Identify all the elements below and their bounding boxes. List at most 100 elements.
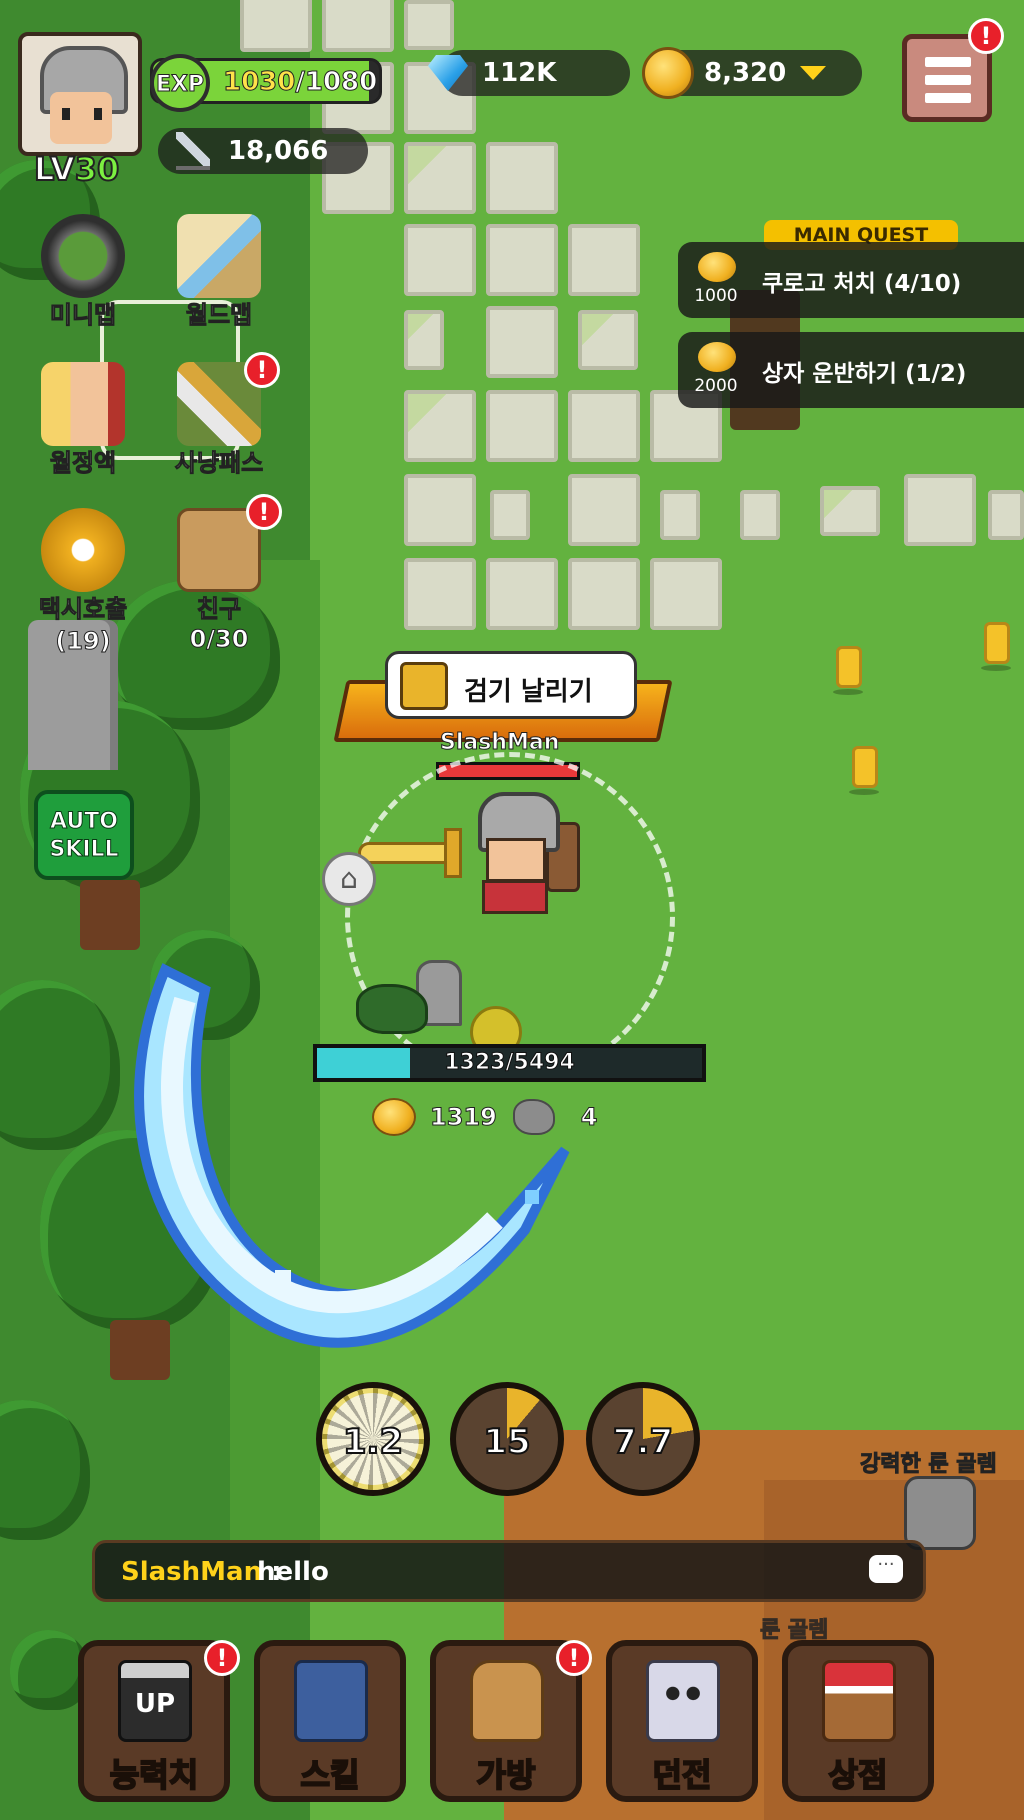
monster-hp-text: 1323/5494	[444, 1050, 576, 1076]
exp-label: EXP	[155, 72, 205, 98]
player-avatar[interactable]	[18, 32, 142, 156]
stone-tile	[568, 390, 640, 462]
monthly-pass-icon	[41, 362, 125, 446]
friends-button[interactable]: 친구 0/30	[164, 508, 274, 654]
shop-stall-icon	[822, 1660, 896, 1742]
worldmap-label: 월드맵	[185, 301, 253, 330]
home-icon[interactable]: ⌂	[322, 852, 376, 906]
friends-label: 친구 0/30	[189, 595, 249, 654]
skill-book-icon	[294, 1660, 368, 1742]
skill-button-1[interactable]: 1.2	[316, 1382, 430, 1496]
skills-label: 스킬	[300, 1755, 361, 1795]
coin-drop[interactable]	[981, 622, 1011, 671]
avatar-eye	[62, 108, 70, 120]
stone-tile	[904, 474, 976, 546]
quest-text: 상자 운반하기 (1/2)	[762, 361, 967, 387]
stone-tile	[404, 390, 476, 462]
stats-icon-label: UP	[134, 1689, 176, 1719]
coin-drop[interactable]	[833, 646, 863, 695]
coin-icon	[372, 1098, 416, 1136]
avatar-face	[50, 92, 112, 144]
stone-tile	[486, 558, 558, 630]
auto-skill-line1: AUTO	[50, 809, 119, 835]
monthly-pass-label: 월정액	[49, 449, 117, 478]
chat-sender-name: SlashMan	[121, 1557, 263, 1587]
coin-icon	[698, 252, 736, 282]
sword-guard	[444, 828, 462, 878]
skill-button-2[interactable]: 15	[450, 1382, 564, 1496]
ore-icon	[512, 1099, 555, 1135]
shop-button[interactable]: 상점	[782, 1640, 934, 1802]
chat-bar[interactable]: SlashMan : hello ···	[92, 1540, 926, 1602]
skull-icon	[646, 1660, 720, 1742]
chat-message: hello	[257, 1557, 329, 1587]
stone-tile	[740, 490, 780, 540]
chat-bubble-icon[interactable]: ···	[869, 1555, 903, 1583]
skills-button[interactable]: 스킬	[254, 1640, 406, 1802]
exp-current: 1030	[222, 67, 296, 98]
stone-tile	[404, 142, 476, 214]
backpack-icon	[470, 1660, 544, 1742]
monthly-pass-button[interactable]: 월정액	[28, 362, 138, 478]
alert-badge-icon: !	[204, 1640, 240, 1676]
combat-power: 18,066	[158, 128, 368, 174]
quest-item[interactable]: 1000 쿠로고 처치 (4/10)	[678, 242, 1024, 318]
exp-max: /1080	[295, 67, 378, 98]
worldmap-button[interactable]: 월드맵	[164, 214, 274, 330]
stone-tile	[486, 390, 558, 462]
stone-tile	[650, 558, 722, 630]
coin-icon	[642, 47, 694, 99]
hunting-pass-label: 사냥패스	[174, 449, 264, 478]
stone-tile	[486, 306, 558, 378]
enemy-name-tag: 강력한 룬 골렘	[860, 1446, 998, 1478]
coin-drop[interactable]	[849, 746, 879, 795]
stone-tile	[404, 0, 454, 50]
stone-tile	[660, 490, 700, 540]
worldmap-icon	[177, 214, 261, 298]
stone-tile	[404, 474, 476, 546]
gold-drop-amount: 1319	[430, 1103, 498, 1132]
loot-drops: 1319 4	[372, 1096, 598, 1138]
hero-face	[486, 838, 546, 882]
chevron-down-icon[interactable]	[800, 66, 827, 80]
quest-item[interactable]: 2000 상자 운반하기 (1/2)	[678, 332, 1024, 408]
alert-badge-icon: !	[246, 494, 282, 530]
stone-tile	[820, 486, 880, 536]
skill-popup-text: 검기 날리기	[464, 677, 593, 707]
golden-sword-icon	[358, 828, 488, 878]
skill-name-popup: 검기 날리기	[385, 651, 637, 719]
level-number: 30	[74, 149, 121, 189]
stone-tile	[490, 490, 530, 540]
rune-golem-enemy[interactable]	[904, 1476, 976, 1550]
taxi-call-label: 택시호출	[38, 595, 128, 624]
bag-label: 가방	[476, 1755, 537, 1795]
stone-tile	[988, 490, 1024, 540]
gold-counter[interactable]: 8,320	[642, 47, 862, 99]
taxi-call-count: (19)	[55, 627, 111, 656]
stone-tile	[568, 224, 640, 296]
quest-reward: 2000	[694, 376, 738, 396]
auto-skill-line2: SKILL	[49, 837, 119, 863]
minimap-icon	[41, 214, 125, 298]
sword-blade	[358, 842, 454, 864]
stone-tile	[322, 0, 394, 52]
enemy-name-prefix: 강력한	[860, 1452, 922, 1478]
stone-tile	[404, 224, 476, 296]
avatar-eye	[94, 108, 102, 120]
player-name-tag: SlashMan	[439, 730, 560, 756]
ore-drop-amount: 4	[580, 1103, 598, 1132]
quest-text: 쿠로고 처치 (4/10)	[762, 271, 962, 297]
dungeon-button[interactable]: 던전	[606, 1640, 758, 1802]
minimap-button[interactable]: 미니맵	[28, 214, 138, 330]
enemy-name-rest: 룬 골렘	[920, 1452, 997, 1478]
stone-tile	[404, 310, 444, 370]
auto-skill-button[interactable]: AUTO SKILL	[34, 790, 134, 880]
alert-badge-icon: !	[968, 18, 1004, 54]
stats-label: 능력치	[109, 1755, 199, 1795]
taxi-call-button[interactable]: 택시호출 (19)	[28, 508, 138, 656]
gem-counter[interactable]: 112K	[428, 50, 630, 96]
stone-tile	[486, 224, 558, 296]
gold-amount: 8,320	[704, 58, 787, 88]
minimap-label: 미니맵	[49, 301, 117, 330]
skill-button-3[interactable]: 7.7	[586, 1382, 700, 1496]
